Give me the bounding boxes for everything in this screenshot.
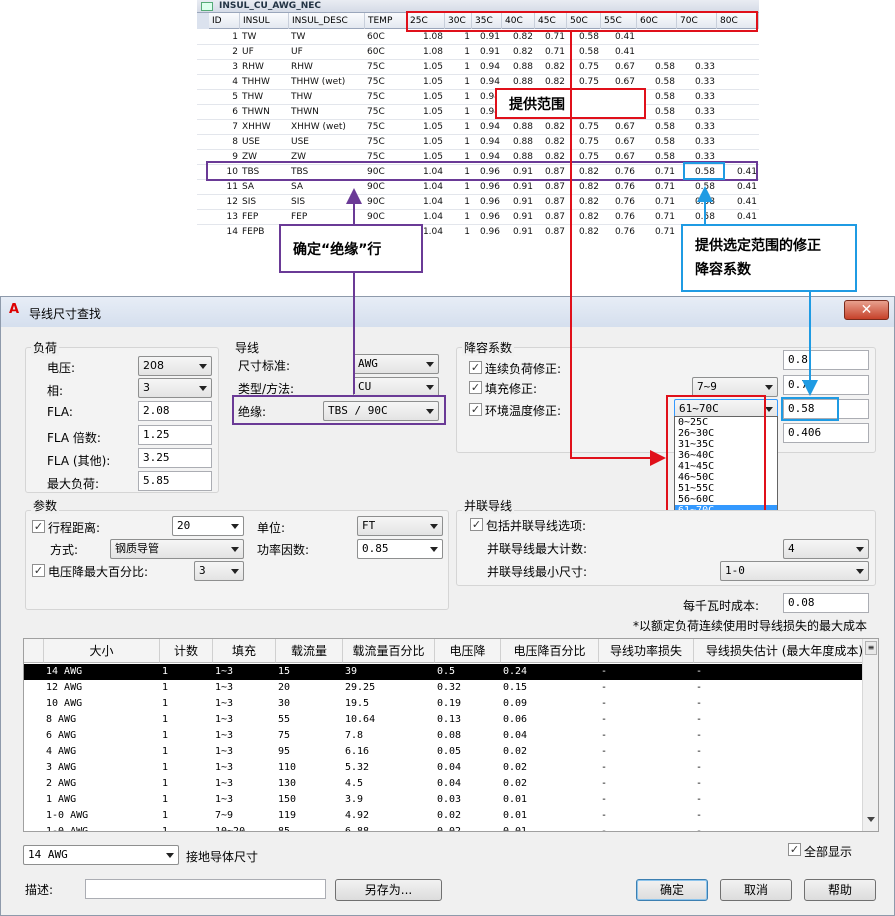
range-arrow — [570, 32, 666, 466]
annotation-arrows — [346, 32, 818, 466]
